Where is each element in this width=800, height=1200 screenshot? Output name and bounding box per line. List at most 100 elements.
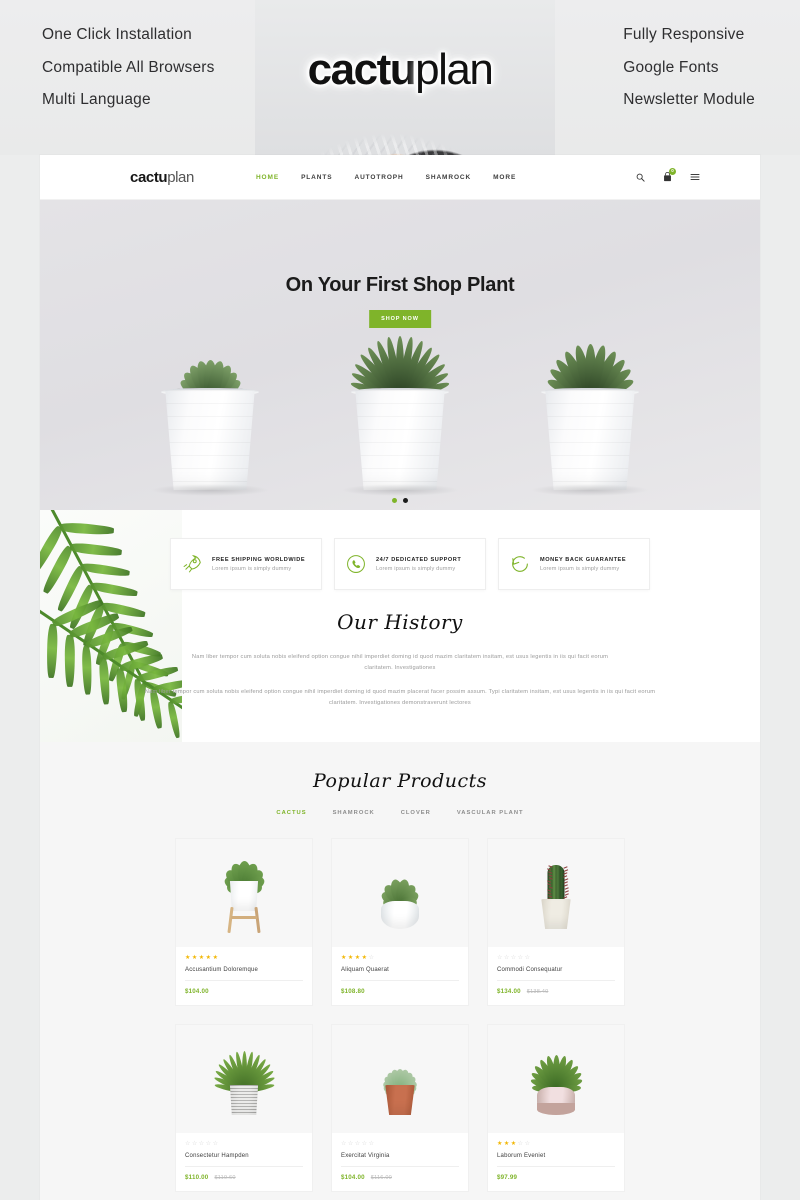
star-icon: ☆ — [213, 1141, 218, 1147]
product-category-tabs: CACTUS SHAMROCK CLOVER VASCULAR PLANT — [40, 810, 760, 816]
promo-brand-logo: cactuplan — [0, 48, 800, 92]
star-icon: ☆ — [369, 1141, 374, 1147]
search-icon[interactable] — [636, 173, 645, 182]
product-name[interactable]: Accusantium Doloremque — [185, 967, 303, 981]
product-name[interactable]: Consectetur Hampden — [185, 1153, 303, 1167]
tab-vascular-plant[interactable]: VASCULAR PLANT — [457, 810, 524, 816]
product-prices: $104.00 — [185, 988, 303, 995]
wooden-stand — [227, 907, 261, 933]
product-info: ☆ ☆ ☆ ☆ ☆ Consectetur Hampden $110.00 $119.60 — [176, 1133, 312, 1191]
product-pot — [228, 1085, 260, 1115]
star-icon: ☆ — [525, 1141, 530, 1147]
aloe-in-pink-pot-illustration — [524, 1039, 588, 1119]
star-icon: ★ — [362, 955, 367, 961]
nav-item-plants[interactable]: PLANTS — [301, 174, 332, 181]
star-icon: ☆ — [355, 1141, 360, 1147]
history-paragraph-1: Nam liber tempor cum soluta nobis eleife… — [185, 652, 615, 673]
star-icon: ☆ — [362, 1141, 367, 1147]
promo-feature: Fully Responsive — [623, 27, 744, 43]
service-card-free-shipping: FREE SHIPPING WORLDWIDE Lorem ipsum is s… — [170, 538, 322, 590]
product-name[interactable]: Aliquam Quaerat — [341, 967, 459, 981]
popular-products-section: Popular Products CACTUS SHAMROCK CLOVER … — [40, 742, 760, 1200]
nav-item-more[interactable]: MORE — [493, 174, 516, 181]
star-icon: ☆ — [369, 955, 374, 961]
hero-pot-shadow-2 — [341, 484, 459, 496]
product-prices: $134.00 $138.40 — [497, 988, 615, 995]
promo-feature: Newsletter Module — [623, 92, 755, 108]
product-card[interactable]: ☆ ☆ ☆ ☆ ☆ Consectetur Hampden $110.00 $119.60 — [175, 1024, 313, 1192]
product-name[interactable]: Commodi Consequatur — [497, 967, 615, 981]
shop-now-button[interactable]: SHOP NOW — [369, 310, 431, 328]
product-pot — [540, 899, 572, 929]
tab-cactus[interactable]: CACTUS — [276, 810, 306, 816]
product-image — [488, 839, 624, 947]
hero-pot-2 — [334, 344, 466, 496]
product-price: $110.00 — [185, 1174, 208, 1181]
our-history-section: Our History Nam liber tempor cum soluta … — [40, 610, 760, 708]
product-pot — [384, 1085, 416, 1115]
promo-feature: One Click Installation — [42, 27, 192, 43]
site-logo[interactable]: cactuplan — [130, 170, 194, 185]
product-old-price: $116.00 — [371, 1175, 392, 1181]
star-icon: ☆ — [518, 1141, 523, 1147]
product-price: $97.99 — [497, 1174, 517, 1181]
phone-support-icon — [345, 553, 367, 575]
star-icon: ☆ — [525, 955, 530, 961]
product-prices: $104.00 $116.00 — [341, 1174, 459, 1181]
site-header: cactuplan HOME PLANTS AUTOTROPH SHAMROCK… — [40, 155, 760, 200]
product-info: ☆ ☆ ☆ ☆ ☆ Commodi Consequatur $134.00 $138.40 — [488, 947, 624, 1005]
hamburger-menu-icon[interactable] — [690, 173, 700, 181]
product-image — [488, 1025, 624, 1133]
product-old-price: $119.60 — [214, 1175, 235, 1181]
nav-item-autotroph[interactable]: AUTOTROPH — [354, 174, 403, 181]
product-rating: ☆ ☆ ☆ ☆ ☆ — [341, 1141, 459, 1147]
product-card[interactable]: ★ ★ ★ ★ ★ Accusantium Doloremque $104.00 — [175, 838, 313, 1006]
product-pot — [537, 1087, 575, 1115]
website-preview: cactuplan HOME PLANTS AUTOTROPH SHAMROCK… — [40, 155, 760, 1200]
site-logo-bold: cactu — [130, 169, 167, 186]
carousel-dot-1[interactable] — [392, 498, 397, 503]
carousel-dots — [40, 498, 760, 503]
product-card[interactable]: ☆ ☆ ☆ ☆ ☆ Commodi Consequatur $134.00 $138.40 — [487, 838, 625, 1006]
carousel-dot-2[interactable] — [403, 498, 408, 503]
hero-title: On Your First Shop Plant — [40, 274, 760, 297]
services-history-band: FREE SHIPPING WORLDWIDE Lorem ipsum is s… — [40, 510, 760, 742]
jade-in-round-white-pot-illustration — [368, 853, 432, 933]
promo-feature: Multi Language — [42, 92, 151, 108]
promo-logo-light: plan — [415, 45, 492, 94]
refresh-arrow-icon — [509, 553, 531, 575]
hero-pot-shadow-1 — [151, 484, 269, 496]
star-icon: ★ — [213, 955, 218, 961]
star-icon: ★ — [199, 955, 204, 961]
product-price: $134.00 — [497, 988, 521, 995]
product-name[interactable]: Exercitat Virginia — [341, 1153, 459, 1167]
product-card[interactable]: ★ ★ ★ ☆ ☆ Laborum Eveniet $97.99 — [487, 1024, 625, 1192]
cart-icon[interactable]: 0 — [663, 172, 672, 182]
tab-shamrock[interactable]: SHAMROCK — [333, 810, 375, 816]
product-card[interactable]: ★ ★ ★ ★ ☆ Aliquam Quaerat $108.80 — [331, 838, 469, 1006]
nav-item-home[interactable]: HOME — [256, 174, 279, 181]
hero-pot-body-2 — [348, 390, 452, 490]
product-image — [332, 839, 468, 947]
product-price: $108.80 — [341, 988, 365, 995]
product-name[interactable]: Laborum Eveniet — [497, 1153, 615, 1167]
product-price: $104.00 — [185, 988, 209, 995]
product-info: ★ ★ ★ ★ ★ Accusantium Doloremque $104.00 — [176, 947, 312, 1005]
star-icon: ★ — [348, 955, 353, 961]
service-title: 24/7 DEDICATED SUPPORT — [376, 557, 461, 563]
product-card[interactable]: ☆ ☆ ☆ ☆ ☆ Exercitat Virginia $104.00 $116.00 — [331, 1024, 469, 1192]
star-icon: ☆ — [511, 955, 516, 961]
star-icon: ☆ — [497, 955, 502, 961]
star-icon: ☆ — [504, 955, 509, 961]
star-icon: ☆ — [518, 955, 523, 961]
hero-pot-body-3 — [538, 390, 642, 490]
product-image — [176, 839, 312, 947]
nav-item-shamrock[interactable]: SHAMROCK — [426, 174, 471, 181]
tab-clover[interactable]: CLOVER — [401, 810, 431, 816]
main-navigation: HOME PLANTS AUTOTROPH SHAMROCK MORE — [256, 174, 516, 181]
star-icon: ☆ — [341, 1141, 346, 1147]
aloe-in-striped-grey-pot-illustration — [212, 1039, 276, 1119]
product-old-price: $138.40 — [527, 989, 549, 995]
product-info: ☆ ☆ ☆ ☆ ☆ Exercitat Virginia $104.00 $116.00 — [332, 1133, 468, 1191]
promo-banner: One Click Installation Compatible All Br… — [0, 0, 800, 155]
